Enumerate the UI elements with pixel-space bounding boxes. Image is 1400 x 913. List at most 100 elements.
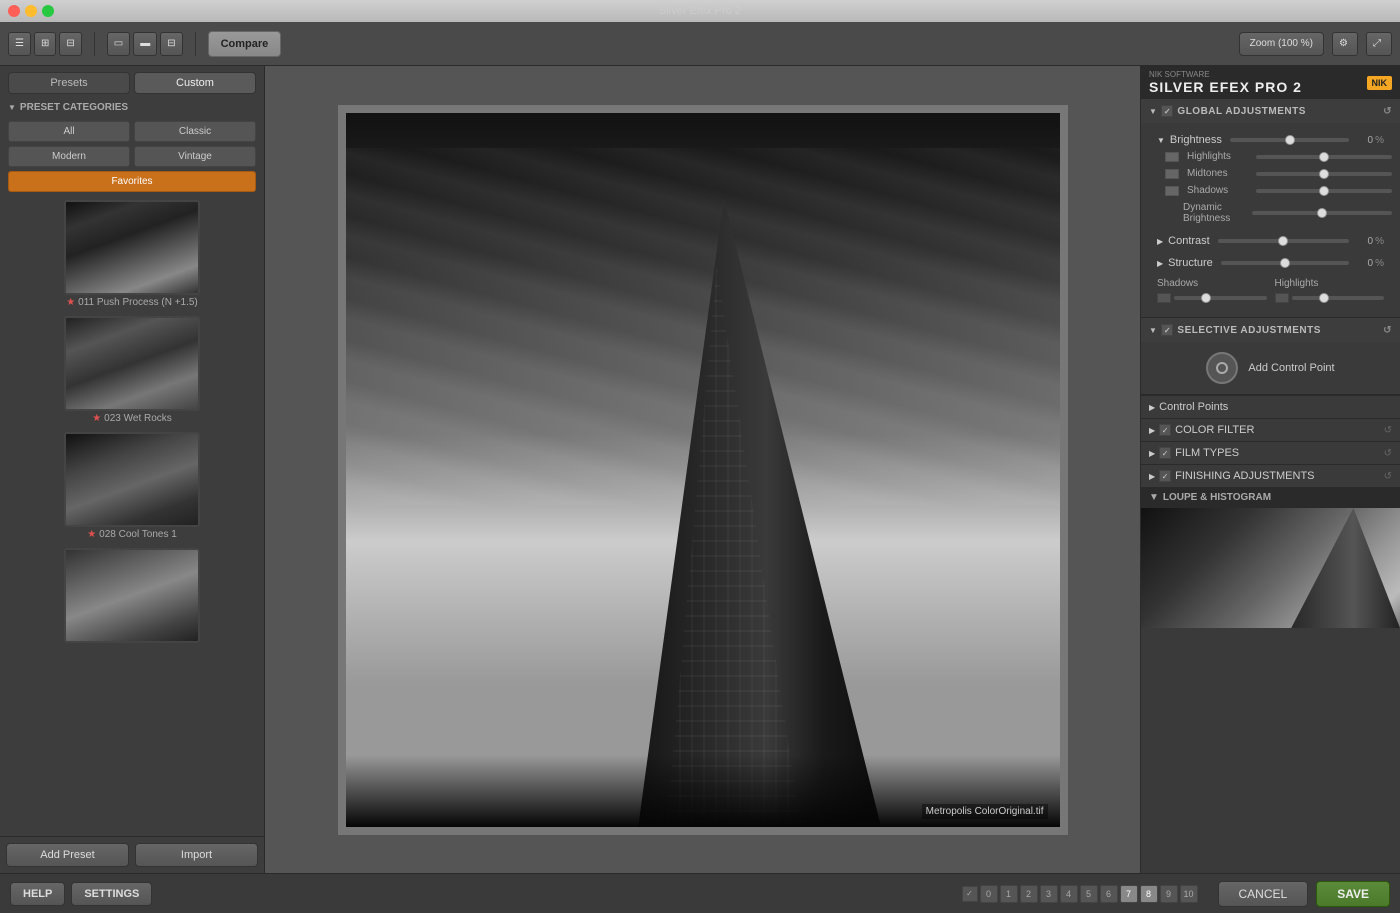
- num-checkbox[interactable]: ✓: [962, 886, 978, 902]
- reset-selective-button[interactable]: ↺: [1383, 325, 1392, 336]
- num-3-button[interactable]: 3: [1040, 885, 1058, 903]
- add-preset-button[interactable]: Add Preset: [6, 843, 129, 867]
- dynamic-brightness-slider[interactable]: [1252, 211, 1392, 215]
- star-icon: ★: [87, 529, 96, 540]
- highlights-sub-track[interactable]: [1292, 296, 1385, 300]
- shadows-label: Shadows: [1187, 185, 1252, 196]
- list-item[interactable]: [4, 548, 260, 643]
- save-button[interactable]: SAVE: [1316, 881, 1390, 907]
- settings-button[interactable]: SETTINGS: [71, 882, 152, 906]
- selective-adj-checkbox[interactable]: ✓: [1161, 324, 1173, 336]
- close-button[interactable]: [8, 5, 20, 17]
- import-button[interactable]: Import: [135, 843, 258, 867]
- nik-header: Nik Software SILVER EFEX PRO 2 NIK: [1141, 66, 1400, 99]
- color-filter-checkbox[interactable]: ✓: [1159, 424, 1171, 436]
- minimize-button[interactable]: [25, 5, 37, 17]
- selective-adjustments-header[interactable]: ▼ ✓ SELECTIVE ADJUSTMENTS ↺: [1141, 318, 1400, 342]
- image-frame: Metropolis ColorOriginal.tif: [338, 105, 1068, 835]
- view-split-button[interactable]: ⊞: [34, 32, 56, 56]
- global-adjustments-content: ▼ Brightness 0 % Highlights: [1141, 123, 1400, 317]
- reset-finishing-button[interactable]: ↺: [1384, 471, 1392, 482]
- compare-button[interactable]: Compare: [208, 31, 282, 57]
- film-types-checkbox[interactable]: ✓: [1159, 447, 1171, 459]
- highlights-item: Highlights: [1275, 278, 1385, 303]
- num-2-button[interactable]: 2: [1020, 885, 1038, 903]
- num-8-button[interactable]: 8: [1140, 885, 1158, 903]
- loupe-histogram-section: ▼ LOUPE & HISTOGRAM: [1141, 487, 1400, 628]
- contrast-slider[interactable]: [1218, 239, 1349, 243]
- vintage-category-button[interactable]: Vintage: [134, 146, 256, 167]
- film-types-row[interactable]: ▶ ✓ FILM TYPES ↺: [1141, 441, 1400, 464]
- num-5-button[interactable]: 5: [1080, 885, 1098, 903]
- action-buttons: CANCEL SAVE: [1218, 881, 1390, 907]
- loupe-header[interactable]: ▼ LOUPE & HISTOGRAM: [1141, 487, 1400, 508]
- highlights-sub-icon: [1275, 293, 1289, 303]
- list-item[interactable]: ★ 028 Cool Tones 1: [4, 432, 260, 540]
- finishing-adj-checkbox[interactable]: ✓: [1159, 470, 1171, 482]
- all-category-button[interactable]: All: [8, 121, 130, 142]
- structure-expand[interactable]: ▶ Structure 0 %: [1149, 252, 1392, 274]
- structure-slider[interactable]: [1221, 261, 1349, 265]
- num-1-button[interactable]: 1: [1000, 885, 1018, 903]
- presets-tab[interactable]: Presets: [8, 72, 130, 94]
- help-button[interactable]: HELP: [10, 882, 65, 906]
- star-icon: ★: [66, 297, 75, 308]
- contrast-expand[interactable]: ▶ Contrast 0 %: [1149, 230, 1392, 252]
- num-10-button[interactable]: 10: [1180, 885, 1198, 903]
- brightness-slider[interactable]: [1230, 138, 1349, 142]
- selective-adjustments-label: SELECTIVE ADJUSTMENTS: [1177, 325, 1320, 336]
- shadows-sub-icon: [1157, 293, 1171, 303]
- film-types-label: FILM TYPES: [1175, 447, 1239, 459]
- num-7-button[interactable]: 7: [1120, 885, 1138, 903]
- add-control-point-button[interactable]: Add Control Point: [1141, 342, 1400, 394]
- layout-3-button[interactable]: ⊟: [160, 32, 182, 56]
- brightness-expand[interactable]: ▼ Brightness 0 %: [1149, 129, 1392, 151]
- control-points-row[interactable]: ▶ Control Points: [1141, 395, 1400, 418]
- settings-icon-button[interactable]: ⚙: [1332, 32, 1358, 56]
- reset-color-filter-button[interactable]: ↺: [1384, 425, 1392, 436]
- global-adjustments-section: ▼ ✓ GLOBAL ADJUSTMENTS ↺ ▼ Brightness 0: [1141, 99, 1400, 318]
- zoom-button[interactable]: Zoom (100 %): [1239, 32, 1324, 56]
- cancel-button[interactable]: CANCEL: [1218, 881, 1309, 907]
- preset-categories-header[interactable]: ▼ Preset Categories: [0, 98, 264, 117]
- expand-arrow-icon: ▶: [1149, 426, 1155, 435]
- custom-tab[interactable]: Custom: [134, 72, 256, 94]
- shadows-slider[interactable]: [1256, 189, 1392, 193]
- view-dual-button[interactable]: ⊟: [59, 32, 81, 56]
- shadows-item: Shadows: [1157, 278, 1267, 303]
- list-item[interactable]: ★ 023 Wet Rocks: [4, 316, 260, 424]
- highlights-slider[interactable]: [1256, 155, 1392, 159]
- reset-global-button[interactable]: ↺: [1383, 106, 1392, 117]
- preset-tabs: Presets Custom: [0, 66, 264, 98]
- global-adj-checkbox[interactable]: ✓: [1161, 105, 1173, 117]
- modern-category-button[interactable]: Modern: [8, 146, 130, 167]
- loupe-label: LOUPE & HISTOGRAM: [1163, 492, 1271, 503]
- preset-thumbnail: [64, 200, 200, 295]
- shadows-sub-track[interactable]: [1174, 296, 1267, 300]
- num-0-button[interactable]: 0: [980, 885, 998, 903]
- dynamic-brightness-slider-row: Dynamic Brightness: [1149, 202, 1392, 224]
- list-item[interactable]: ★ 011 Push Process (N +1.5): [4, 200, 260, 308]
- layout-2-button[interactable]: ▬: [133, 32, 157, 56]
- midtones-slider[interactable]: [1256, 172, 1392, 176]
- loupe-preview: [1141, 508, 1400, 628]
- toolbar-separator-2: [195, 32, 196, 56]
- maximize-button[interactable]: [42, 5, 54, 17]
- structure-label: Structure: [1168, 257, 1213, 269]
- view-single-button[interactable]: ☰: [8, 32, 31, 56]
- classic-category-button[interactable]: Classic: [134, 121, 256, 142]
- title-bar: Silver Efex Pro 2: [0, 0, 1400, 22]
- num-6-button[interactable]: 6: [1100, 885, 1118, 903]
- nik-badge: NIK: [1367, 76, 1393, 90]
- traffic-lights: [8, 5, 54, 17]
- reset-film-types-button[interactable]: ↺: [1384, 448, 1392, 459]
- num-9-button[interactable]: 9: [1160, 885, 1178, 903]
- dynamic-brightness-label: Dynamic Brightness: [1165, 202, 1248, 224]
- color-filter-row[interactable]: ▶ ✓ COLOR FILTER ↺: [1141, 418, 1400, 441]
- finishing-adjustments-row[interactable]: ▶ ✓ FINISHING ADJUSTMENTS ↺: [1141, 464, 1400, 487]
- global-adjustments-header[interactable]: ▼ ✓ GLOBAL ADJUSTMENTS ↺: [1141, 99, 1400, 123]
- num-4-button[interactable]: 4: [1060, 885, 1078, 903]
- layout-1-button[interactable]: ▭: [107, 32, 130, 56]
- favorites-category-button[interactable]: Favorites: [8, 171, 256, 192]
- fullscreen-button[interactable]: ⤢: [1366, 32, 1392, 56]
